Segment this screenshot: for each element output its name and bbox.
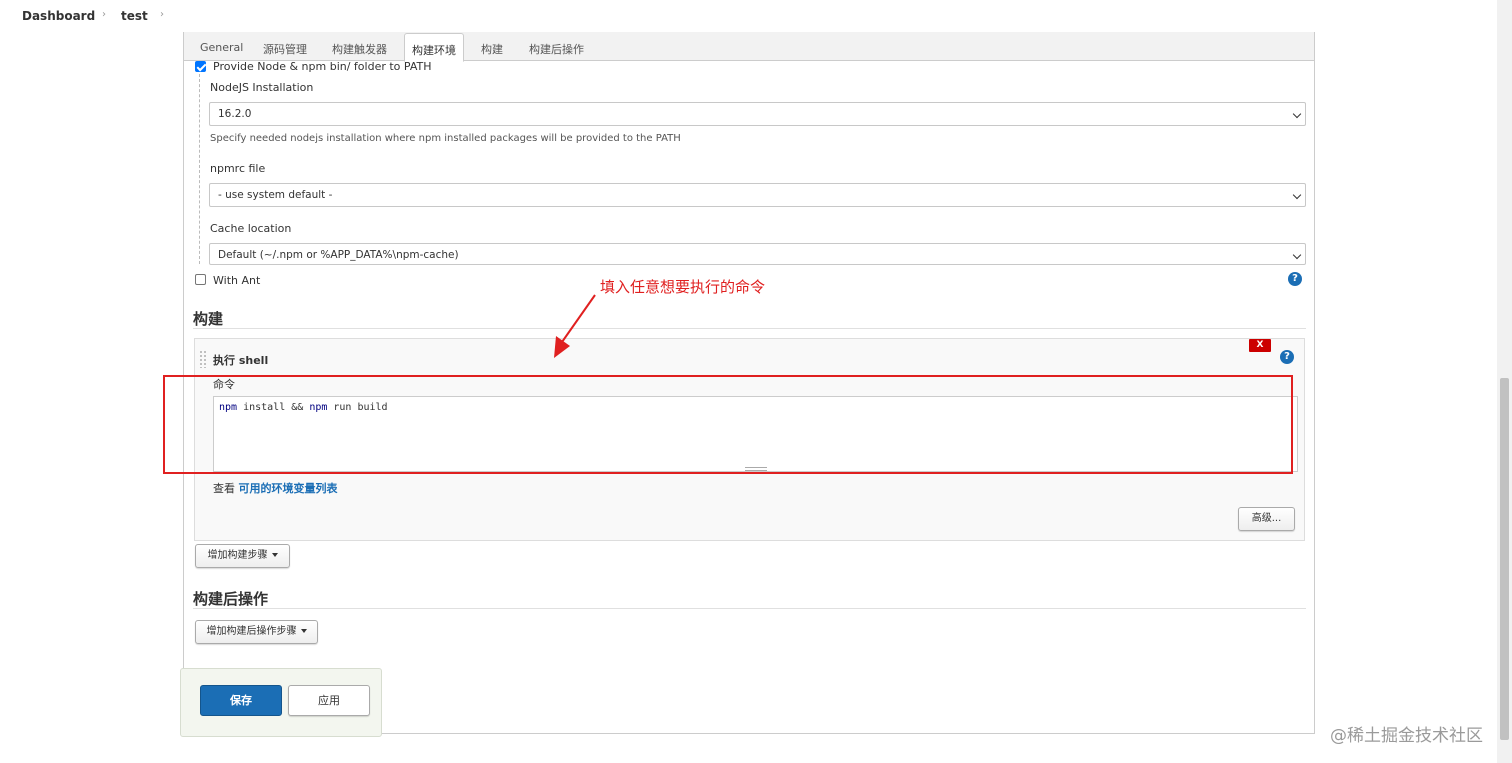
annotation-text: 填入任意想要执行的命令 (600, 278, 766, 296)
nodejs-installation-value: 16.2.0 (218, 108, 252, 120)
breadcrumb-dropdown-icon[interactable]: › (160, 9, 164, 20)
add-post-build-step-button[interactable]: 增加构建后操作步骤 (195, 620, 318, 644)
scrollbar-thumb[interactable] (1500, 378, 1509, 740)
watermark: @稀土掘金技术社区 (1330, 726, 1483, 746)
nodejs-installation-help: Specify needed nodejs installation where… (210, 133, 681, 144)
provide-node-checkbox[interactable] (195, 61, 206, 72)
tab-build-environment[interactable]: 构建环境 (404, 33, 464, 62)
delete-step-button[interactable]: X (1249, 339, 1271, 352)
add-build-step-button[interactable]: 增加构建步骤 (195, 544, 290, 568)
provide-node-label: Provide Node & npm bin/ folder to PATH (213, 60, 432, 73)
add-post-build-step-label: 增加构建后操作步骤 (206, 626, 297, 637)
env-vars-prefix: 查看 (213, 482, 239, 495)
execute-shell-title: 执行 shell (213, 354, 269, 367)
apply-button[interactable]: 应用 (288, 685, 370, 716)
advanced-button[interactable]: 高级... (1238, 507, 1295, 531)
cache-location-select[interactable]: Default (~/.npm or %APP_DATA%\npm-cache) (209, 243, 1306, 265)
breadcrumb-test[interactable]: test (121, 9, 148, 23)
tab-post-build[interactable]: 构建后操作 (529, 41, 584, 57)
tab-build-triggers[interactable]: 构建触发器 (332, 41, 387, 57)
tab-general[interactable]: General (200, 41, 243, 54)
breadcrumb: Dashboard › test › (0, 0, 1512, 32)
chevron-down-icon (1292, 109, 1302, 119)
annotation-highlight-box (163, 375, 1293, 474)
with-ant-label: With Ant (213, 274, 261, 287)
save-button[interactable]: 保存 (200, 685, 282, 716)
cache-location-label: Cache location (210, 222, 292, 235)
env-vars-line: 查看 可用的环境变量列表 (213, 480, 338, 496)
nodejs-installation-select[interactable]: 16.2.0 (209, 102, 1306, 126)
npmrc-select[interactable]: - use system default - (209, 183, 1306, 207)
chevron-down-icon (1292, 250, 1302, 260)
build-section-title: 构建 (193, 310, 224, 328)
nodejs-installation-label: NodeJS Installation (210, 81, 314, 94)
annotation-arrow-icon (554, 294, 596, 358)
env-vars-link[interactable]: 可用的环境变量列表 (239, 482, 338, 495)
nested-config-guide (199, 74, 200, 264)
caret-down-icon (300, 629, 307, 633)
tab-bar: General 源码管理 构建触发器 构建环境 构建 构建后操作 (184, 32, 1314, 62)
caret-down-icon (271, 553, 278, 557)
post-build-section-title: 构建后操作 (193, 590, 269, 608)
tab-source-control[interactable]: 源码管理 (263, 41, 307, 57)
build-section-divider (193, 328, 1306, 329)
help-icon[interactable]: ? (1288, 272, 1302, 286)
post-build-section-divider (193, 608, 1306, 609)
cache-location-value: Default (~/.npm or %APP_DATA%\npm-cache) (218, 249, 459, 261)
drag-handle-icon[interactable] (199, 350, 207, 368)
npmrc-value: - use system default - (218, 189, 333, 201)
with-ant-checkbox[interactable] (195, 274, 206, 285)
help-icon[interactable]: ? (1280, 350, 1294, 364)
breadcrumb-separator-icon: › (102, 9, 106, 20)
add-build-step-label: 增加构建步骤 (207, 550, 268, 561)
chevron-down-icon (1292, 190, 1302, 200)
tab-build[interactable]: 构建 (481, 41, 503, 57)
breadcrumb-dashboard[interactable]: Dashboard (22, 9, 95, 23)
npmrc-label: npmrc file (210, 162, 266, 175)
